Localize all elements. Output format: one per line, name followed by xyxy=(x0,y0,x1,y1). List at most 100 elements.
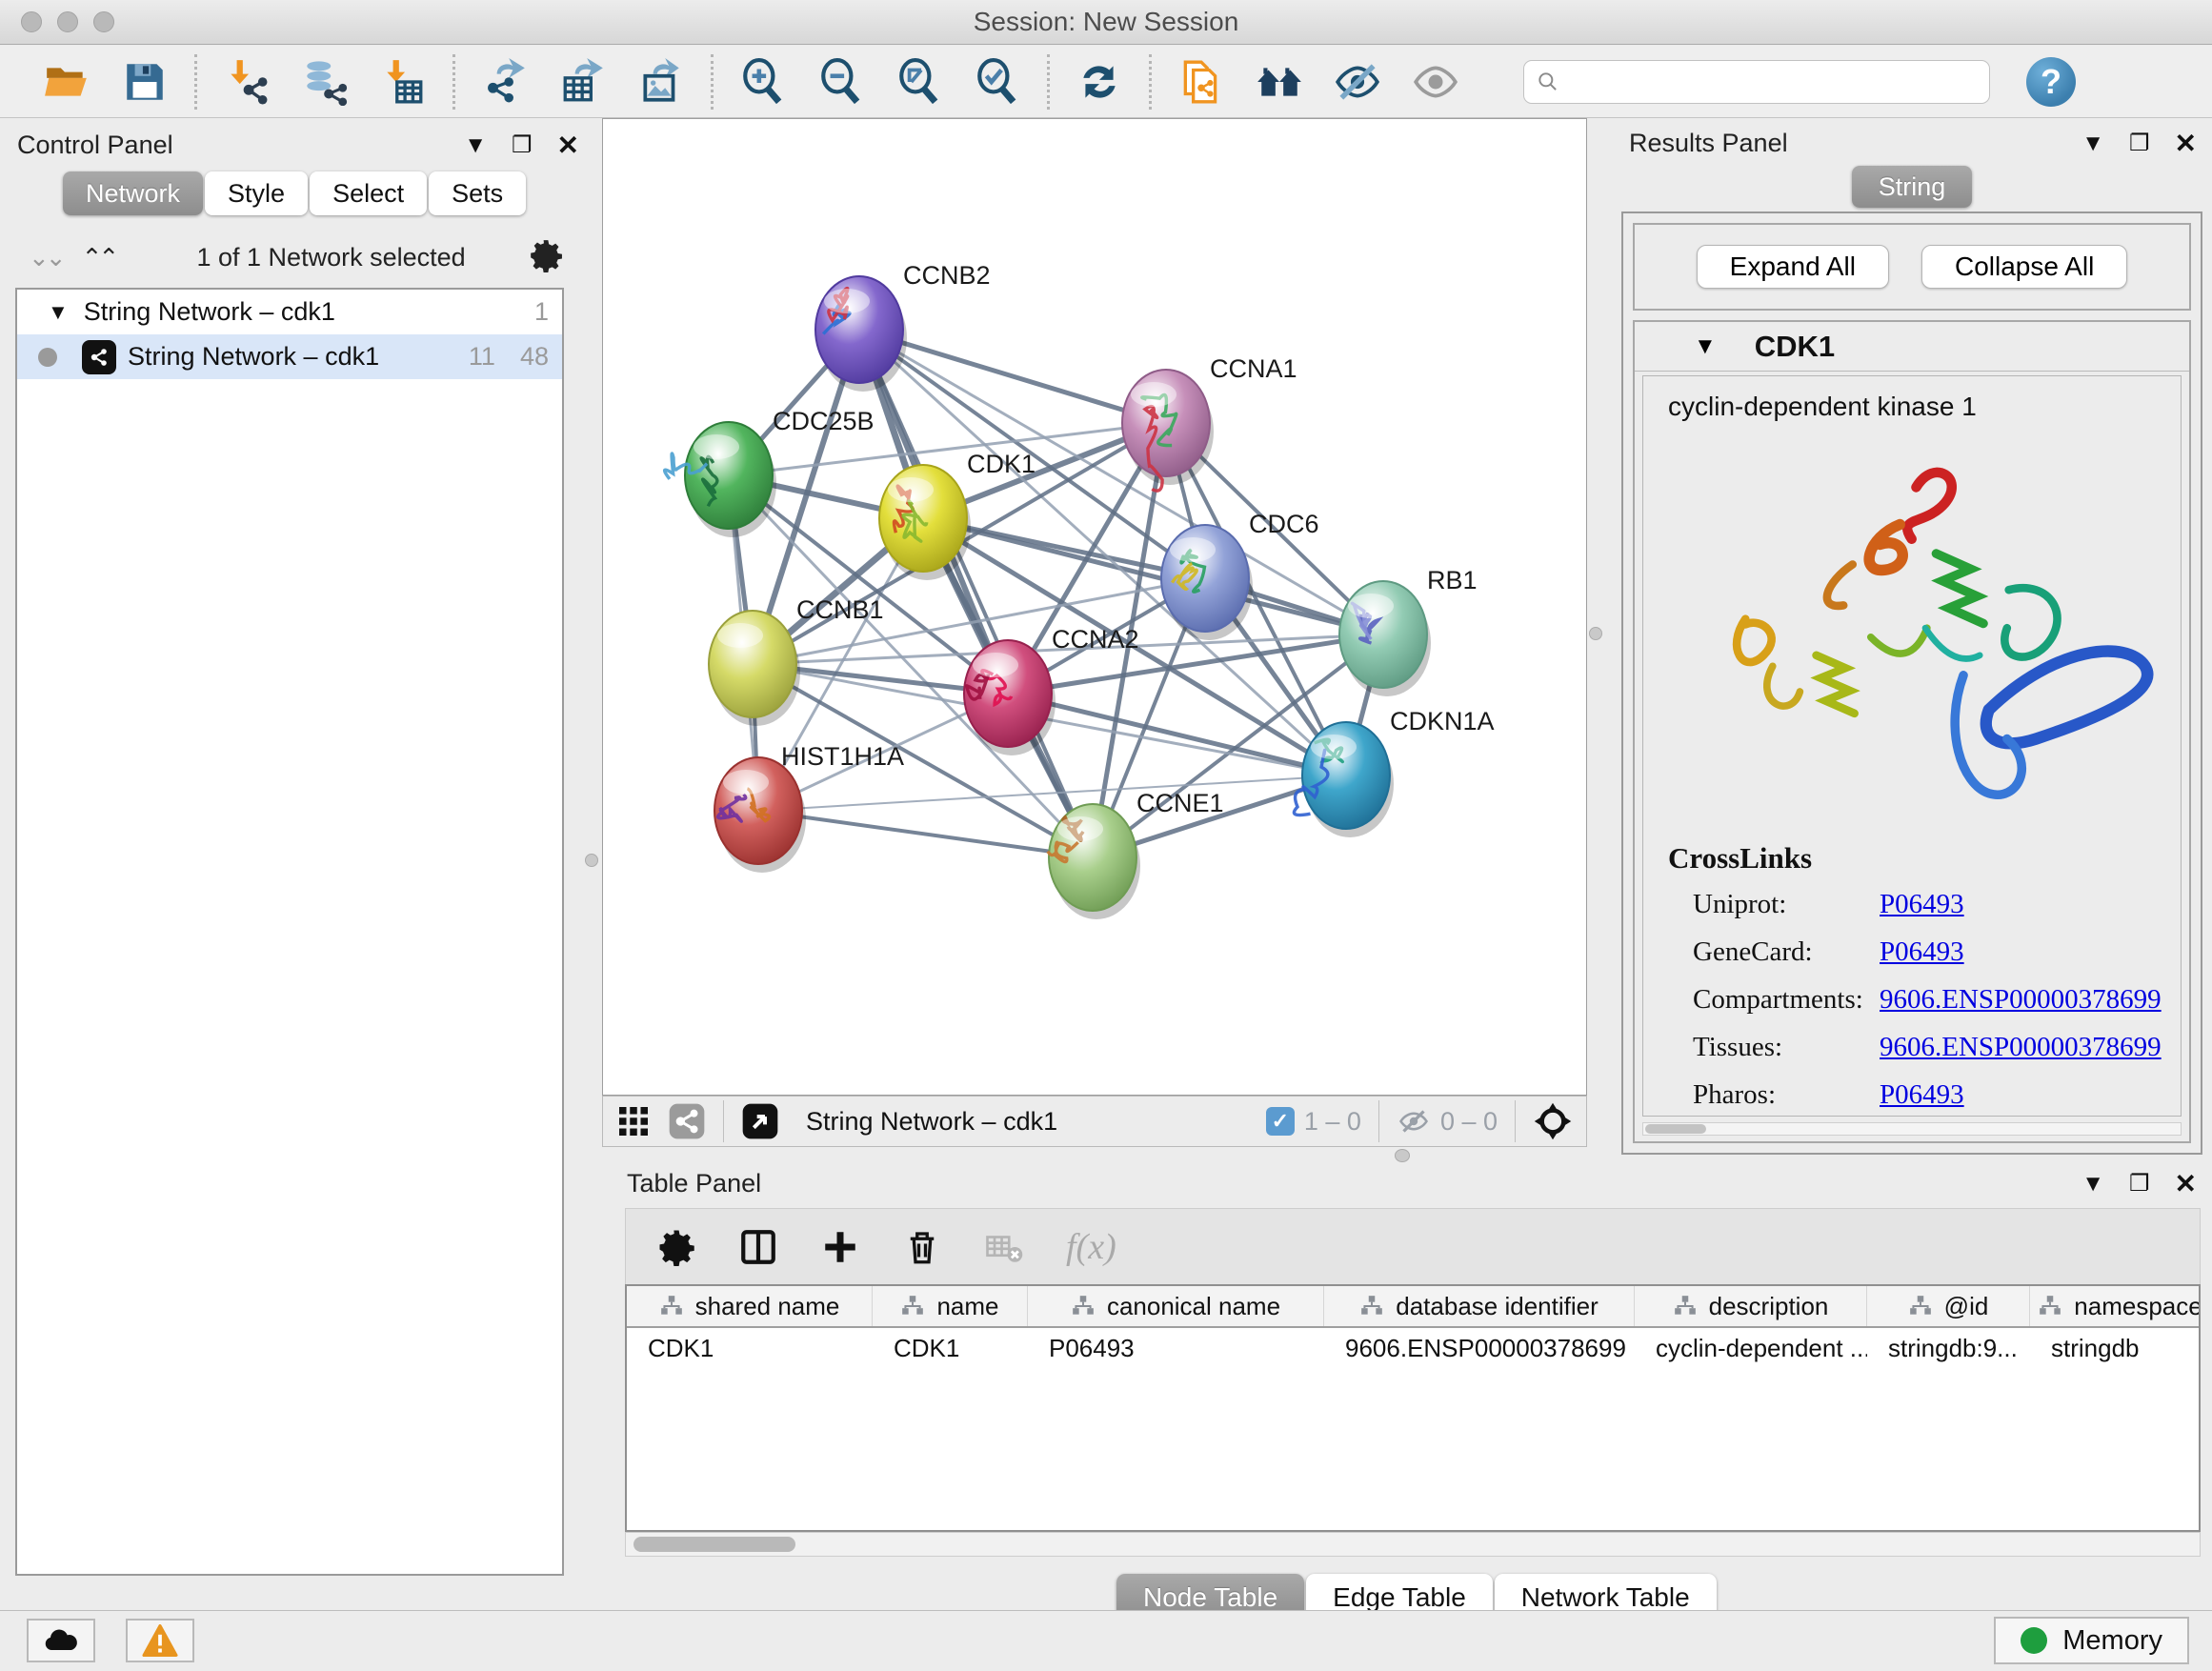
memory-button[interactable]: Memory xyxy=(1994,1617,2189,1664)
table-panel-float-icon[interactable]: ❐ xyxy=(2129,1170,2150,1198)
crosslinks-section: CrossLinks Uniprot:P06493GeneCard:P06493… xyxy=(1668,841,2162,1117)
control-panel-menu-icon[interactable]: ▼ xyxy=(464,132,487,159)
network-node-CCNB2[interactable]: CCNB2 xyxy=(815,261,991,392)
search-input[interactable] xyxy=(1568,67,1978,96)
zoom-selected-icon[interactable] xyxy=(973,57,1022,107)
column-header-name[interactable]: name xyxy=(873,1286,1028,1326)
table-cell[interactable]: stringdb:9... xyxy=(1867,1328,2030,1370)
zoom-in-icon[interactable] xyxy=(738,57,788,107)
table-horizontal-scrollbar[interactable] xyxy=(625,1532,2201,1557)
node-label-CCNB2: CCNB2 xyxy=(903,261,991,290)
column-header-database-identifier[interactable]: database identifier xyxy=(1324,1286,1635,1326)
add-column-icon[interactable] xyxy=(820,1227,860,1267)
grid-view-icon[interactable] xyxy=(616,1104,651,1138)
table-cell[interactable]: P06493 xyxy=(1028,1328,1324,1370)
node-label-CCNA1: CCNA1 xyxy=(1210,354,1297,383)
search-icon xyxy=(1536,70,1560,94)
close-window-button[interactable] xyxy=(21,11,42,32)
table-cell[interactable]: stringdb xyxy=(2030,1328,2201,1370)
network-row[interactable]: String Network – cdk1 11 48 xyxy=(17,334,562,379)
network-node-CDKN1A[interactable]: CDKN1A xyxy=(1294,707,1494,837)
delete-column-icon[interactable] xyxy=(902,1227,942,1267)
selected-count: ✓ 1 – 0 xyxy=(1266,1107,1361,1137)
table-row[interactable]: CDK1CDK1P064939606.ENSP00000378699cyclin… xyxy=(627,1328,2199,1370)
column-header-description[interactable]: description xyxy=(1635,1286,1867,1326)
network-collection-row[interactable]: ▼ String Network – cdk1 1 xyxy=(17,290,562,334)
results-panel-float-icon[interactable]: ❐ xyxy=(2129,130,2150,157)
network-node-CDC6[interactable]: CDC6 xyxy=(1161,510,1319,640)
network-node-CCNE1[interactable]: CCNE1 xyxy=(1048,789,1224,919)
hide-selected-icon[interactable] xyxy=(1333,57,1382,107)
table-panel-menu-icon[interactable]: ▼ xyxy=(2081,1171,2104,1198)
tree-expand-icon[interactable]: ▼ xyxy=(48,300,69,325)
crosslink-link[interactable]: P06493 xyxy=(1880,1079,1964,1111)
memory-label: Memory xyxy=(2062,1625,2162,1657)
warnings-button[interactable] xyxy=(126,1619,194,1662)
network-view-icon[interactable] xyxy=(668,1102,706,1140)
import-database-icon[interactable] xyxy=(300,57,350,107)
gene-collapse-icon[interactable]: ▼ xyxy=(1694,333,1717,360)
crosslink-link[interactable]: 9606.ENSP00000378699 xyxy=(1880,984,2162,1016)
import-table-icon[interactable] xyxy=(378,57,428,107)
table-cell[interactable]: cyclin-dependent ... xyxy=(1635,1328,1867,1370)
cloud-status-button[interactable] xyxy=(27,1619,95,1662)
control-panel-float-icon[interactable]: ❐ xyxy=(512,131,533,159)
left-splitter-handle[interactable] xyxy=(585,854,598,867)
refresh-icon[interactable] xyxy=(1075,57,1124,107)
node-table[interactable]: shared namenamecanonical namedatabase id… xyxy=(625,1284,2201,1532)
birds-eye-view-icon[interactable] xyxy=(741,1102,779,1140)
help-icon[interactable]: ? xyxy=(2026,57,2076,107)
network-node-RB1[interactable]: RB1 xyxy=(1339,566,1478,696)
network-options-gear-icon[interactable] xyxy=(528,237,564,278)
tab-style[interactable]: Style xyxy=(205,171,308,215)
export-image-icon[interactable] xyxy=(636,57,686,107)
zoom-out-icon[interactable] xyxy=(816,57,866,107)
string-network-graph[interactable]: CCNB2CCNA1CDC25BCDK1CDC6RB1CCNB1CCNA2CDK… xyxy=(603,119,1586,1095)
table-options-gear-icon[interactable] xyxy=(656,1227,696,1267)
selected-checkbox-icon[interactable]: ✓ xyxy=(1266,1107,1295,1136)
open-session-icon[interactable] xyxy=(42,57,91,107)
table-panel-close-icon[interactable]: ✕ xyxy=(2175,1168,2197,1199)
search-box[interactable] xyxy=(1523,60,1990,104)
tab-network[interactable]: Network xyxy=(63,171,203,215)
collapse-all-networks-icon[interactable]: ⌄⌄ xyxy=(29,243,63,272)
expand-all-networks-icon[interactable]: ⌃⌃ xyxy=(82,243,116,272)
duplicate-network-icon[interactable] xyxy=(1176,57,1226,107)
network-node-CCNA1[interactable]: CCNA1 xyxy=(1122,354,1297,491)
first-neighbors-icon[interactable] xyxy=(1255,57,1304,107)
crosslink-link[interactable]: P06493 xyxy=(1880,889,1964,920)
crosslink-link[interactable]: P06493 xyxy=(1880,936,1964,968)
zoom-fit-icon[interactable] xyxy=(895,57,944,107)
center-network-icon[interactable] xyxy=(1533,1101,1573,1141)
network-name: String Network – cdk1 xyxy=(128,342,379,372)
export-table-icon[interactable] xyxy=(558,57,608,107)
minimize-window-button[interactable] xyxy=(57,11,78,32)
results-panel-menu-icon[interactable]: ▼ xyxy=(2081,131,2104,157)
horizontal-splitter-handle[interactable] xyxy=(1395,1149,1410,1162)
table-cell[interactable]: CDK1 xyxy=(873,1328,1028,1370)
crosslink-link[interactable]: 9606.ENSP00000378699 xyxy=(1880,1032,2162,1063)
network-node-CCNB1[interactable]: CCNB1 xyxy=(709,595,884,726)
column-header--id[interactable]: @id xyxy=(1867,1286,2030,1326)
show-all-icon[interactable] xyxy=(1411,57,1460,107)
tab-sets[interactable]: Sets xyxy=(429,171,526,215)
network-canvas[interactable]: CCNB2CCNA1CDC25BCDK1CDC6RB1CCNB1CCNA2CDK… xyxy=(602,118,1587,1096)
collapse-all-button[interactable]: Collapse All xyxy=(1921,245,2127,289)
import-network-icon[interactable] xyxy=(222,57,271,107)
expand-all-button[interactable]: Expand All xyxy=(1697,245,1889,289)
maximize-window-button[interactable] xyxy=(93,11,114,32)
tab-select[interactable]: Select xyxy=(310,171,427,215)
table-cell[interactable]: 9606.ENSP00000378699 xyxy=(1324,1328,1635,1370)
show-columns-icon[interactable] xyxy=(738,1227,778,1267)
column-header-canonical-name[interactable]: canonical name xyxy=(1028,1286,1324,1326)
table-cell[interactable]: CDK1 xyxy=(627,1328,873,1370)
column-header-namespace[interactable]: namespace xyxy=(2030,1286,2201,1326)
column-header-shared-name[interactable]: shared name xyxy=(627,1286,873,1326)
save-session-icon[interactable] xyxy=(120,57,170,107)
right-splitter-handle[interactable] xyxy=(1589,627,1602,640)
tab-string-results[interactable]: String xyxy=(1852,166,1973,208)
results-horizontal-scrollbar[interactable] xyxy=(1642,1122,2182,1136)
results-panel-close-icon[interactable]: ✕ xyxy=(2175,128,2197,159)
control-panel-close-icon[interactable]: ✕ xyxy=(557,130,579,161)
export-network-icon[interactable] xyxy=(480,57,530,107)
